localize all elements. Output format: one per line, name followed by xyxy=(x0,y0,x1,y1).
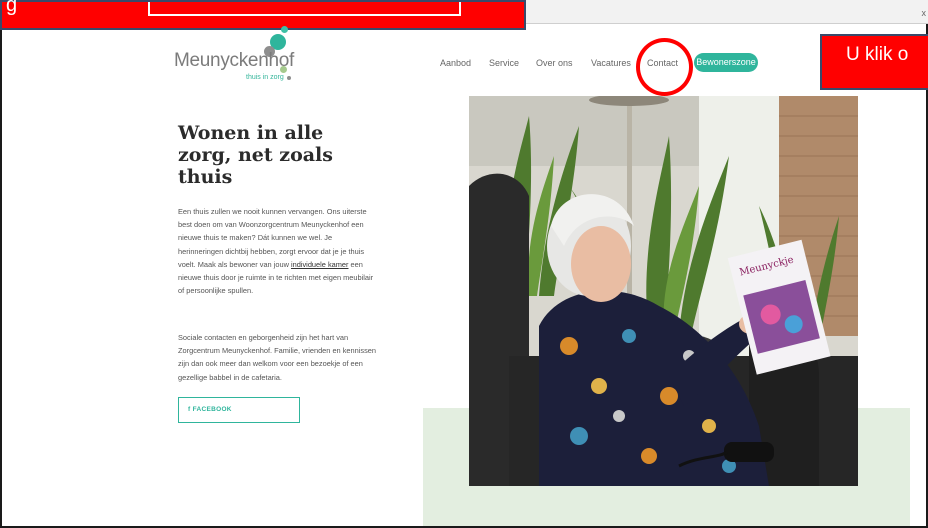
nav-service[interactable]: Service xyxy=(489,58,519,68)
annotation-left-text: g xyxy=(6,0,18,16)
page-title: Wonen in alle zorg, net zoals thuis xyxy=(178,122,333,188)
bewonerszone-button[interactable]: Bewonerszone xyxy=(694,53,758,72)
social-paragraph: Sociale contacten en geborgenheid zijn h… xyxy=(178,333,377,382)
nav-aanbod[interactable]: Aanbod xyxy=(440,58,471,68)
site-logo[interactable]: Meunyckenhof thuis in zorg xyxy=(174,26,314,86)
annotation-highlight-circle xyxy=(636,38,693,96)
annotation-right-text: U klik o xyxy=(846,44,909,65)
logo-dot-grey-tiny xyxy=(287,76,291,80)
annotation-inner-box xyxy=(148,2,461,16)
nav-over-ons[interactable]: Over ons xyxy=(536,58,573,68)
hero-photo-illustration: Meunyckje xyxy=(469,96,858,486)
nav-vacatures[interactable]: Vacatures xyxy=(591,58,631,68)
intro-paragraph: Een thuis zullen we nooit kunnen vervang… xyxy=(178,205,376,297)
individuele-kamer-link[interactable]: individuele kamer xyxy=(291,260,349,269)
logo-tagline: thuis in zorg xyxy=(246,74,284,81)
browser-strip: x xyxy=(526,0,928,24)
facebook-button[interactable]: f FACEBOOK xyxy=(178,397,300,423)
logo-wordmark: Meunyckenhof xyxy=(174,50,294,71)
hero-photo: Meunyckje xyxy=(469,96,858,486)
logo-dot-teal-small xyxy=(281,26,288,33)
close-icon[interactable]: x xyxy=(922,8,927,18)
annotation-callout-right: U klik o xyxy=(820,34,928,90)
